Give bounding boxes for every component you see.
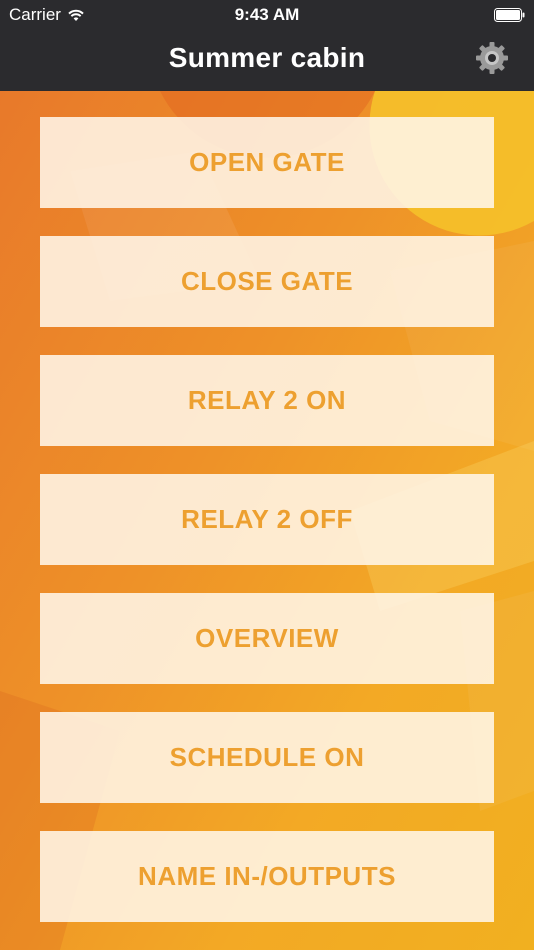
relay-2-on-button[interactable]: RELAY 2 ON xyxy=(40,355,494,446)
nav-bar: Summer cabin xyxy=(0,30,534,91)
overview-button[interactable]: OVERVIEW xyxy=(40,593,494,684)
status-time: 9:43 AM xyxy=(234,5,300,24)
gear-icon[interactable] xyxy=(474,40,510,76)
schedule-on-button[interactable]: SCHEDULE ON xyxy=(40,712,494,803)
main-panel: OPEN GATE CLOSE GATE RELAY 2 ON RELAY 2 … xyxy=(0,91,534,950)
open-gate-button[interactable]: OPEN GATE xyxy=(40,117,494,208)
battery-icon xyxy=(494,8,525,22)
page-title: Summer cabin xyxy=(168,42,366,73)
close-gate-button[interactable]: CLOSE GATE xyxy=(40,236,494,327)
relay-2-off-button[interactable]: RELAY 2 OFF xyxy=(40,474,494,565)
status-bar: Carrier 9:43 AM xyxy=(0,0,534,30)
name-in-outputs-button[interactable]: NAME IN-/OUTPUTS xyxy=(40,831,494,922)
